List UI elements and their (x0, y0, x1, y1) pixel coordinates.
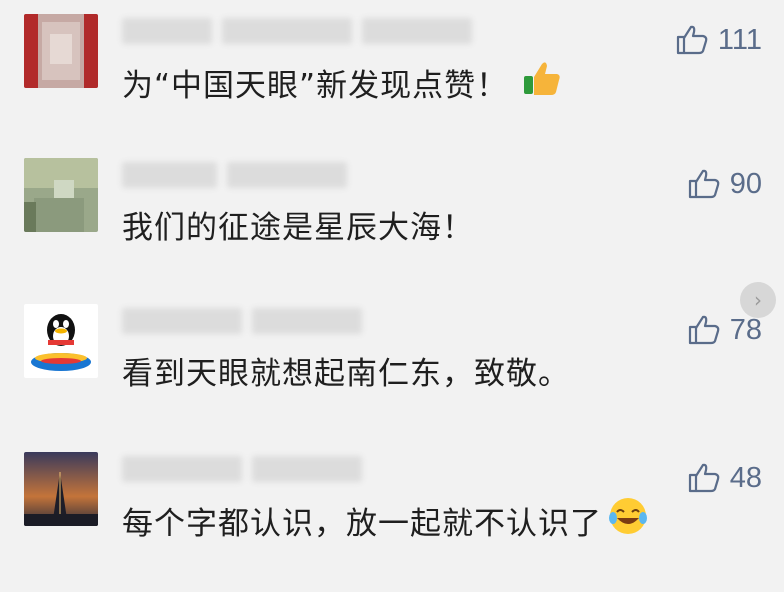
avatar[interactable] (24, 304, 98, 378)
avatar[interactable] (24, 14, 98, 88)
avatar[interactable] (24, 158, 98, 232)
thumb-up-icon (688, 314, 720, 346)
like-button[interactable]: 48 (688, 458, 762, 498)
comment-item-4: 每个字都认识，放一起就不认识了 48 (0, 452, 784, 592)
username-blurred[interactable] (122, 306, 502, 336)
like-count: 111 (717, 23, 762, 56)
username-blurred[interactable] (122, 454, 502, 484)
thumb-up-icon (688, 462, 720, 494)
like-count: 90 (729, 167, 762, 200)
comment-item-1: 为“中国天眼”新发现点赞！ 111 (0, 14, 784, 154)
comment-text: 为“中国天眼”新发现点赞！ (122, 58, 562, 106)
thumbs-up-emoji-icon (522, 58, 562, 106)
like-count: 48 (729, 461, 762, 494)
comment-item-2: 我们的征途是星辰大海！ 90 (0, 158, 784, 298)
thumb-up-icon (676, 24, 708, 56)
comment-item-3: 看到天眼就想起南仁东，致敬。 78 (0, 304, 784, 444)
scroll-right-button[interactable]: › (740, 282, 776, 318)
chevron-right-icon: › (754, 288, 762, 312)
like-count: 78 (729, 313, 762, 346)
thumb-up-icon (688, 168, 720, 200)
avatar[interactable] (24, 452, 98, 526)
comment-text: 每个字都认识，放一起就不认识了 (122, 496, 648, 544)
like-button[interactable]: 90 (688, 164, 762, 204)
username-blurred[interactable] (122, 16, 502, 46)
laughing-tears-emoji-icon (608, 496, 648, 544)
like-button[interactable]: 111 (676, 20, 762, 60)
comment-text: 我们的征途是星辰大海！ (122, 210, 474, 246)
username-blurred[interactable] (122, 160, 502, 190)
comment-text: 看到天眼就想起南仁东，致敬。 (122, 356, 570, 392)
